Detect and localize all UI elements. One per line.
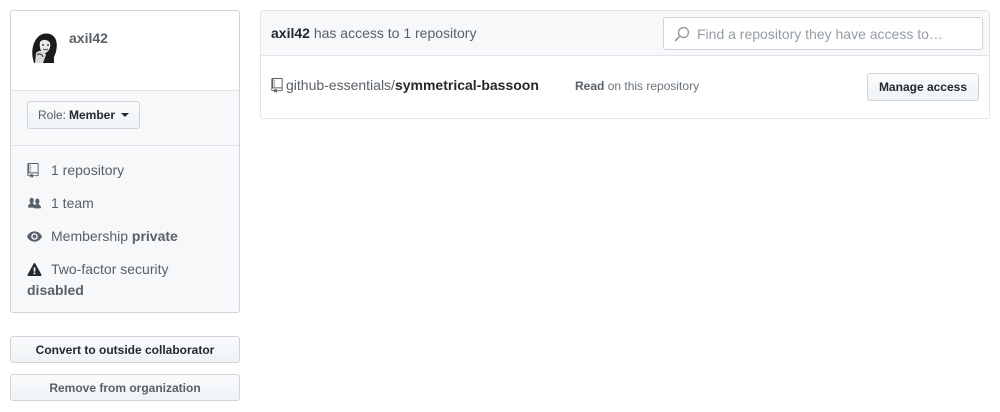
permission-level: Read bbox=[575, 79, 605, 93]
stat-teams[interactable]: 1 team bbox=[27, 193, 223, 213]
member-sidebar: axil42 Role: Member 1 repository 1 team bbox=[10, 10, 240, 401]
manage-access-button[interactable]: Manage access bbox=[866, 73, 979, 101]
two-factor-value: disabled bbox=[27, 282, 84, 298]
permission-suffix: on this repository bbox=[607, 79, 700, 93]
repository-link[interactable]: github-essentials/symmetrical-bassoon bbox=[271, 77, 539, 93]
member-header: axil42 bbox=[11, 11, 239, 91]
member-stats: 1 repository 1 team Membership private T… bbox=[11, 146, 239, 312]
two-factor-label: Two-factor security bbox=[51, 261, 169, 277]
eye-icon bbox=[27, 226, 51, 246]
member-username[interactable]: axil42 bbox=[69, 30, 108, 46]
repositories-count: 1 repository bbox=[51, 162, 125, 178]
member-profile-card: axil42 Role: Member 1 repository 1 team bbox=[10, 10, 240, 313]
repository-owner: github-essentials/ bbox=[286, 77, 395, 93]
repo-icon bbox=[271, 77, 283, 93]
repository-permission: Read on this repository bbox=[575, 79, 699, 93]
stat-repositories[interactable]: 1 repository bbox=[27, 160, 223, 180]
caret-down-icon bbox=[121, 113, 130, 117]
access-username: axil42 bbox=[271, 25, 310, 41]
role-section: Role: Member bbox=[11, 91, 239, 146]
alert-icon bbox=[27, 259, 51, 279]
avatar[interactable] bbox=[27, 29, 61, 63]
people-icon bbox=[27, 193, 51, 213]
repository-search-input[interactable] bbox=[697, 25, 977, 42]
stat-membership: Membership private bbox=[27, 226, 223, 246]
repository-row: github-essentials/symmetrical-bassoon Re… bbox=[261, 56, 989, 118]
search-icon bbox=[674, 26, 690, 41]
access-summary: axil42 has access to 1 repository bbox=[271, 25, 476, 41]
remove-from-organization-button[interactable]: Remove from organization bbox=[10, 374, 240, 401]
role-dropdown-button[interactable]: Role: Member bbox=[27, 101, 141, 129]
repository-name: symmetrical-bassoon bbox=[394, 77, 539, 93]
membership-label: Membership bbox=[51, 228, 129, 244]
access-header: axil42 has access to 1 repository bbox=[261, 11, 989, 56]
membership-value: private bbox=[131, 228, 178, 244]
role-value: Member bbox=[69, 108, 116, 122]
teams-count: 1 team bbox=[51, 195, 94, 211]
stat-two-factor: Two-factor security disabled bbox=[27, 259, 223, 300]
convert-to-outside-collaborator-button[interactable]: Convert to outside collaborator bbox=[10, 336, 240, 363]
repo-icon bbox=[27, 160, 51, 180]
access-summary-text: has access to 1 repository bbox=[313, 25, 477, 41]
repository-search[interactable] bbox=[663, 17, 983, 50]
role-label: Role: bbox=[38, 108, 67, 122]
repository-access-panel: axil42 has access to 1 repository github… bbox=[260, 10, 990, 119]
